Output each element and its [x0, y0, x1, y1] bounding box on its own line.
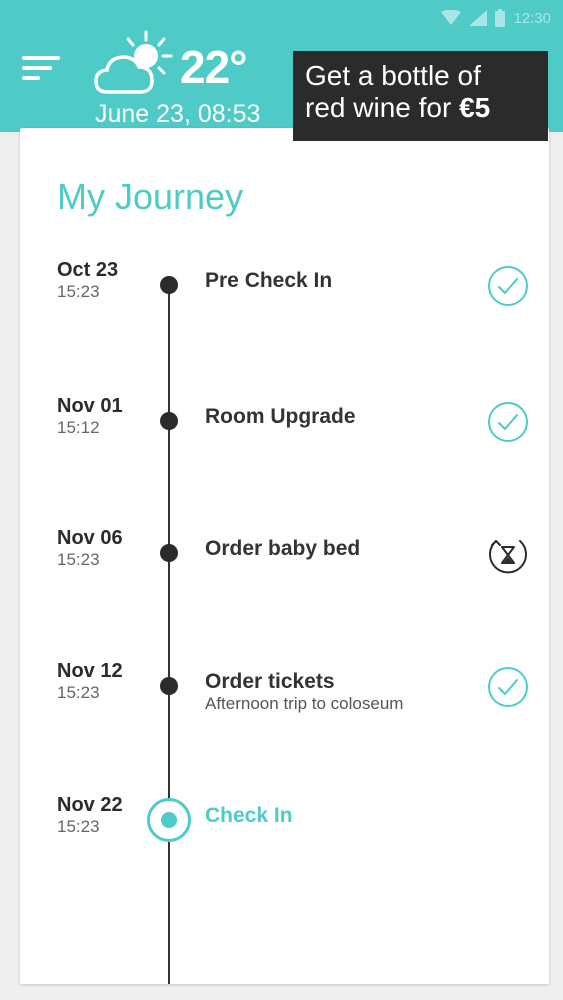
status-bar: 12:30: [0, 0, 563, 36]
promo-price: €5: [459, 92, 491, 123]
journey-entry-check-in[interactable]: Nov 22 15:23 Check In: [20, 794, 549, 864]
journey-card: My Journey Oct 23 15:23 Pre Check In Nov…: [20, 128, 549, 984]
entry-title: Pre Check In: [205, 269, 333, 292]
entry-time: 15:23: [57, 550, 100, 569]
entry-title: Room Upgrade: [205, 405, 356, 428]
timeline-dot: [160, 544, 178, 562]
completed-check-icon: [487, 666, 529, 708]
promo-line-2-text: red wine for: [305, 92, 460, 123]
entry-time: 15:12: [57, 418, 100, 437]
promo-line-1: Get a bottle of: [305, 60, 481, 91]
entry-date: Nov 12: [57, 660, 123, 682]
promo-line-2: red wine for €5: [305, 92, 536, 124]
current-datetime: June 23, 08:53: [95, 100, 261, 128]
timeline-dot: [160, 412, 178, 430]
completed-check-icon: [487, 265, 529, 307]
entry-time: 15:23: [57, 282, 100, 301]
partly-cloudy-icon: [93, 28, 177, 103]
pending-hourglass-icon: [487, 533, 529, 575]
current-step-dot: [161, 812, 177, 828]
status-icons: 12:30: [441, 6, 551, 30]
journey-entry-order-tickets[interactable]: Nov 12 15:23 Order tickets Afternoon tri…: [20, 660, 549, 730]
hamburger-menu-icon[interactable]: [22, 54, 62, 84]
status-time: 12:30: [513, 9, 551, 27]
battery-icon: [495, 9, 506, 27]
entry-date: Nov 01: [57, 395, 123, 417]
entry-subtitle: Afternoon trip to coloseum: [205, 694, 404, 713]
wifi-icon: [441, 10, 462, 26]
promo-banner[interactable]: Get a bottle of red wine for €5: [293, 51, 548, 141]
current-step-marker: [147, 798, 191, 842]
timeline-dot: [160, 677, 178, 695]
temperature: 22°: [180, 41, 248, 93]
journey-entry-order-baby-bed[interactable]: Nov 06 15:23 Order baby bed: [20, 527, 549, 597]
completed-check-icon: [487, 401, 529, 443]
timeline-dot: [160, 276, 178, 294]
entry-date: Nov 22: [57, 794, 123, 816]
entry-time: 15:23: [57, 683, 100, 702]
entry-date: Oct 23: [57, 259, 119, 281]
journey-entry-room-upgrade[interactable]: Nov 01 15:12 Room Upgrade: [20, 395, 549, 465]
page-title: My Journey: [57, 176, 244, 217]
entry-title: Check In: [205, 804, 293, 827]
signal-icon: [469, 10, 488, 26]
journey-entry-pre-check-in[interactable]: Oct 23 15:23 Pre Check In: [20, 259, 549, 329]
entry-title: Order tickets: [205, 670, 335, 693]
entry-title: Order baby bed: [205, 537, 361, 560]
entry-date: Nov 06: [57, 527, 123, 549]
timeline-line: [168, 283, 170, 984]
entry-time: 15:23: [57, 817, 100, 836]
